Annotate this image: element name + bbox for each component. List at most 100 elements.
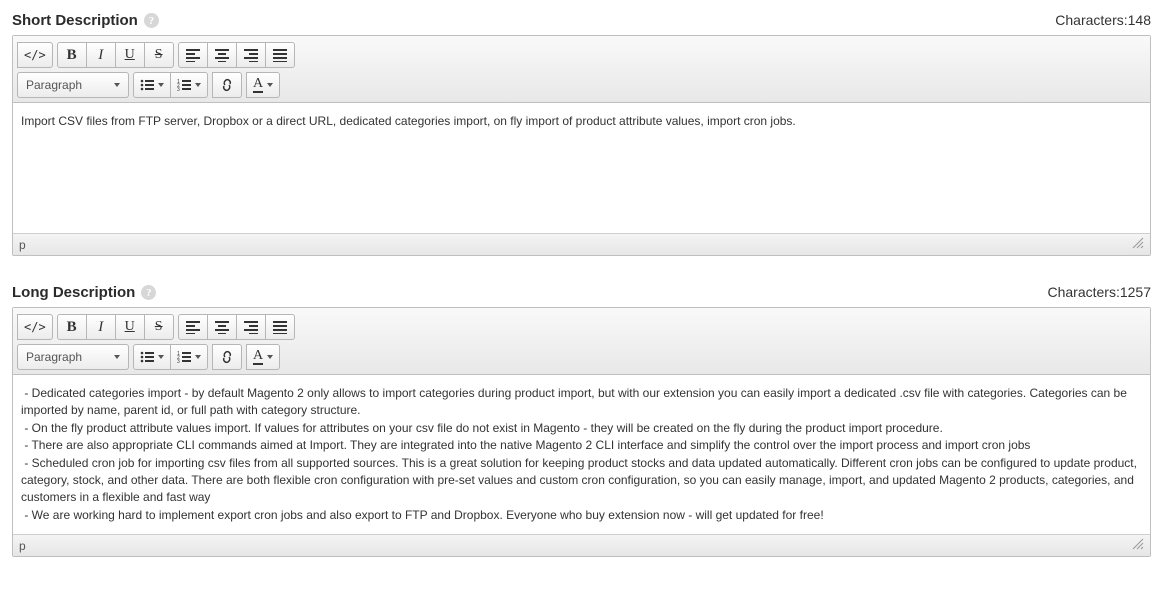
field-header: Short Description ? Characters:148 [12,12,1151,29]
toolbar-row-2: Paragraph 123 [17,342,1146,372]
chevron-down-icon [158,355,164,359]
text-style-group: B I U S [57,314,174,340]
text-color-icon: A [253,77,263,93]
char-count: 148 [1128,12,1151,28]
help-icon[interactable]: ? [141,285,156,300]
align-center-button[interactable] [207,314,237,340]
text-color-icon: A [253,349,263,365]
short-description-section: Short Description ? Characters:148 </> B… [12,12,1151,256]
long-description-content[interactable]: - Dedicated categories import - by defau… [13,375,1150,534]
editor-toolbar: </> B I U S [13,308,1150,375]
resize-grip-icon [1132,237,1144,249]
field-label: Short Description ? [12,12,159,29]
element-path[interactable]: p [19,238,26,252]
ordered-list-icon: 123 [177,350,191,364]
help-icon[interactable]: ? [144,13,159,28]
color-group: A [246,72,280,98]
short-description-content[interactable]: Import CSV files from FTP server, Dropbo… [13,103,1150,233]
align-right-icon [244,48,258,62]
text-color-button[interactable]: A [246,344,280,370]
char-label: Characters: [1047,284,1119,300]
block-format-label: Paragraph [26,78,82,92]
align-right-button[interactable] [236,42,266,68]
chevron-down-icon [195,355,201,359]
resize-handle[interactable] [1132,538,1144,553]
ordered-list-button[interactable]: 123 [170,344,208,370]
ordered-list-icon: 123 [177,78,191,92]
source-code-button[interactable]: </> [17,314,53,340]
svg-text:3: 3 [177,359,180,364]
bold-button[interactable]: B [57,42,87,68]
align-group [178,42,295,68]
strike-button[interactable]: S [144,42,174,68]
strike-icon: S [155,47,163,63]
align-center-icon [215,48,229,62]
strike-button[interactable]: S [144,314,174,340]
underline-icon: U [125,47,135,63]
strike-icon: S [155,319,163,335]
resize-handle[interactable] [1132,237,1144,252]
align-justify-button[interactable] [265,42,295,68]
list-group: 123 [133,344,208,370]
block-format-select[interactable]: Paragraph [17,344,129,370]
italic-button[interactable]: I [86,42,116,68]
field-header: Long Description ? Characters:1257 [12,284,1151,301]
chevron-down-icon [114,355,120,359]
italic-button[interactable]: I [86,314,116,340]
char-count: 1257 [1120,284,1151,300]
chevron-down-icon [267,355,273,359]
long-description-section: Long Description ? Characters:1257 </> B… [12,284,1151,557]
color-group: A [246,344,280,370]
element-path[interactable]: p [19,539,26,553]
text-style-group: B I U S [57,42,174,68]
block-format-label: Paragraph [26,350,82,364]
short-description-editor: </> B I U S [12,35,1151,256]
align-left-icon [186,48,200,62]
bold-icon: B [67,47,77,64]
underline-button[interactable]: U [115,42,145,68]
bullet-list-button[interactable] [133,344,171,370]
source-group: </> [17,314,53,340]
underline-button[interactable]: U [115,314,145,340]
align-group [178,314,295,340]
link-group [212,72,242,98]
block-format-select[interactable]: Paragraph [17,72,129,98]
align-justify-icon [273,320,287,334]
bold-icon: B [67,319,77,336]
short-description-label: Short Description [12,12,138,29]
editor-toolbar: </> B I U S [13,36,1150,103]
align-justify-button[interactable] [265,314,295,340]
bold-button[interactable]: B [57,314,87,340]
bullet-list-button[interactable] [133,72,171,98]
toolbar-row-1: </> B I U S [17,40,1146,70]
link-button[interactable] [212,344,242,370]
align-center-button[interactable] [207,42,237,68]
character-counter: Characters:1257 [1047,284,1151,300]
list-group: 123 [133,72,208,98]
chevron-down-icon [114,83,120,87]
ordered-list-button[interactable]: 123 [170,72,208,98]
align-left-button[interactable] [178,314,208,340]
chevron-down-icon [267,83,273,87]
align-left-button[interactable] [178,42,208,68]
link-icon [220,78,234,92]
svg-text:3: 3 [177,87,180,92]
resize-grip-icon [1132,538,1144,550]
source-group: </> [17,42,53,68]
long-description-editor: </> B I U S [12,307,1151,557]
character-counter: Characters:148 [1055,12,1151,28]
italic-icon: I [98,319,103,336]
align-right-button[interactable] [236,314,266,340]
source-code-button[interactable]: </> [17,42,53,68]
italic-icon: I [98,47,103,64]
code-icon: </> [24,48,46,62]
align-right-icon [244,320,258,334]
align-left-icon [186,320,200,334]
link-button[interactable] [212,72,242,98]
text-color-button[interactable]: A [246,72,280,98]
long-description-label: Long Description [12,284,135,301]
toolbar-row-1: </> B I U S [17,312,1146,342]
underline-icon: U [125,319,135,335]
bullet-list-icon [140,350,154,364]
field-label: Long Description ? [12,284,156,301]
